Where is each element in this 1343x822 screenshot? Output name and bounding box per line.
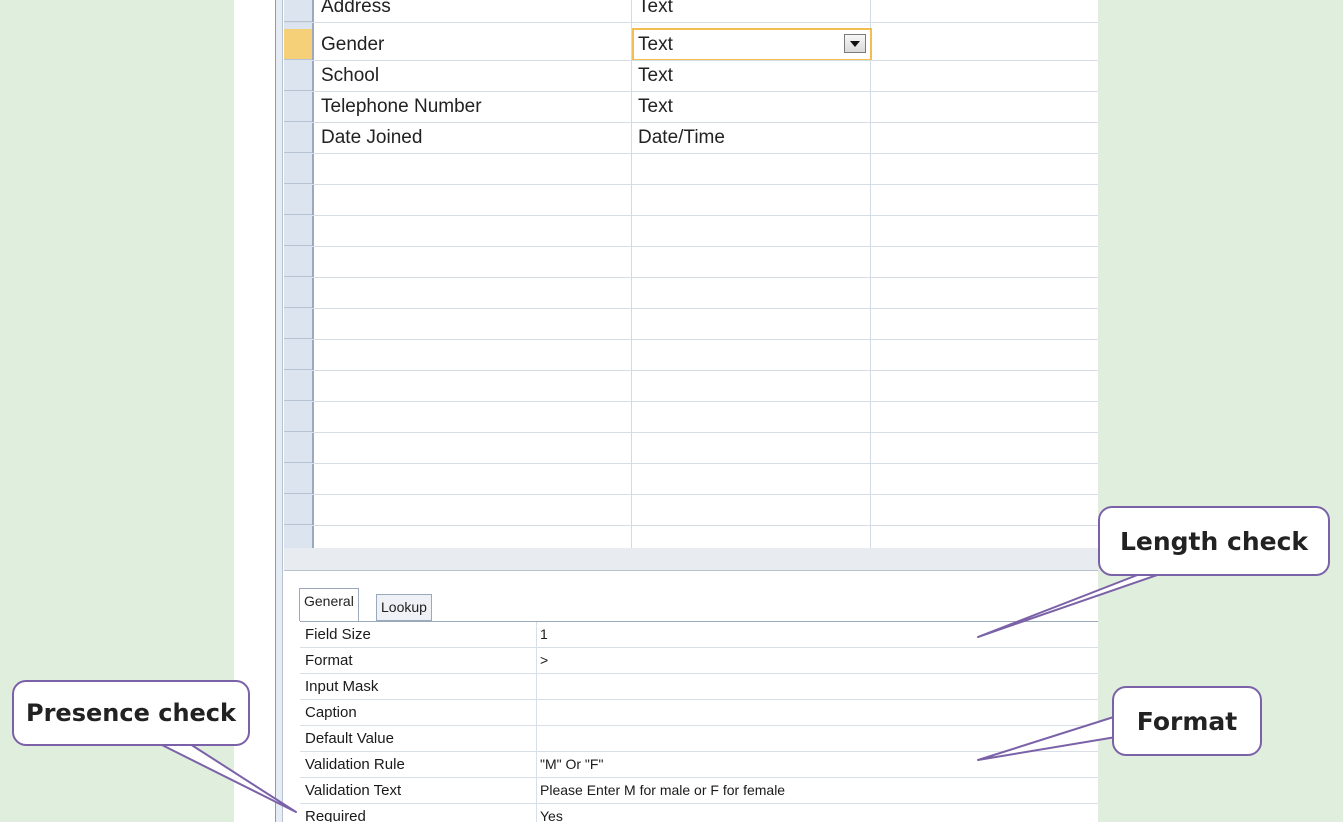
length-check-pointer [977,573,1161,638]
presence-check-pointer [159,743,297,813]
presence-check-callout: Presence check [12,680,250,746]
format-callout: Format [1112,686,1262,756]
format-pointer [977,714,1129,761]
length-check-callout: Length check [1098,506,1330,576]
